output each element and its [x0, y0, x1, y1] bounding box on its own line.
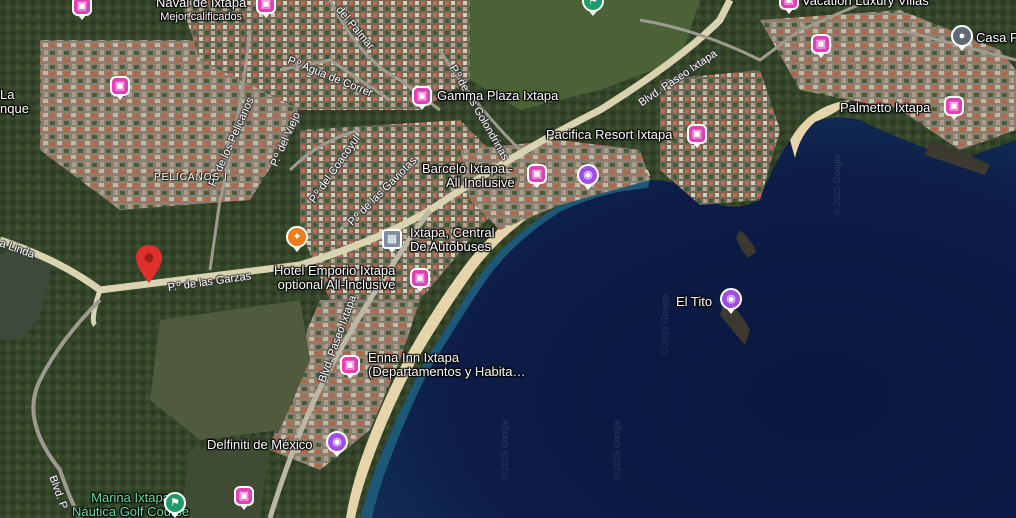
golf-icon[interactable]: ⚑ — [164, 492, 186, 518]
place-label-emporio[interactable]: Hotel Emporio Ixtapa optional All-Inclus… — [274, 264, 395, 292]
place-label-palmetto[interactable]: Palmetto Ixtapa — [840, 101, 930, 115]
map-watermark: © 2025 Google — [500, 419, 510, 480]
bed-icon[interactable]: ▣ — [234, 486, 254, 510]
camera-icon[interactable]: ◉ — [326, 431, 348, 457]
map-watermark: © 2025 Google — [612, 419, 622, 480]
area-label-line-1: La — [0, 87, 15, 102]
place-label-barcelo[interactable]: Barceló Ixtapa - All Inclusive — [422, 162, 515, 190]
camera-icon[interactable]: ◉ — [720, 288, 742, 314]
bed-icon[interactable]: ▣ — [811, 34, 831, 58]
area-label-pelicanos: PELICANOS I — [154, 172, 228, 183]
place-name-line-1: Hotel Emporio Ixtapa — [274, 263, 396, 278]
bed-icon[interactable]: ▣ — [110, 76, 130, 100]
bed-icon[interactable]: ▣ — [412, 86, 432, 110]
bed-icon[interactable]: ▣ — [944, 96, 964, 120]
bed-icon[interactable]: ▣ — [779, 0, 799, 14]
place-name-line-2: All Inclusive — [446, 175, 515, 190]
place-label-casa[interactable]: Casa F — [976, 31, 1016, 45]
bed-icon[interactable]: ▣ — [527, 164, 547, 188]
bed-icon[interactable]: ▣ — [256, 0, 276, 18]
place-label-el-tito[interactable]: El Tito — [676, 295, 712, 309]
camera-icon[interactable]: ◉ — [577, 164, 599, 190]
place-label-vacation[interactable]: Vacation Luxury Villas — [802, 0, 929, 8]
place-subtitle: Mejor calificados — [160, 11, 243, 23]
place-name: Naval de Ixtapa — [156, 0, 247, 10]
map-watermark: © 2025 Google — [832, 154, 842, 215]
bed-icon[interactable]: ▣ — [410, 268, 430, 292]
selected-location-pin[interactable] — [136, 245, 162, 283]
place-name-line-2: De Autobuses — [410, 239, 491, 254]
place-label-pacifica[interactable]: Pacifica Resort Ixtapa — [546, 128, 672, 142]
place-label-gamma[interactable]: Gamma Plaza Ixtapa — [437, 89, 558, 103]
place-label-delfiniti[interactable]: Delfiniti de México — [207, 438, 313, 452]
place-name-line-1: Barceló Ixtapa - — [422, 161, 514, 176]
bed-icon[interactable]: ▣ — [687, 124, 707, 148]
satellite-map[interactable]: © 2025 Google © 2025 Google © 2025 Googl… — [0, 0, 1016, 518]
bed-icon[interactable]: ▣ — [340, 355, 360, 379]
bed-icon: ▣ — [72, 0, 92, 20]
map-watermark: © 2025 Google — [660, 294, 670, 355]
place-label-central[interactable]: Ixtapa, Central De Autobuses — [410, 226, 495, 254]
bus-icon[interactable]: ▦ — [382, 229, 402, 253]
place-name-line-1: Ixtapa, Central — [410, 225, 495, 240]
place-name-line-2: optional All-Inclusive — [277, 277, 396, 292]
pin-icon[interactable]: ● — [951, 25, 973, 51]
place-name-line-2: (Departamentos y Habita… — [368, 364, 526, 379]
fork-knife-icon[interactable]: ✦ — [286, 226, 308, 252]
place-label-enna[interactable]: Enna Inn Ixtapa (Departamentos y Habita… — [368, 351, 526, 379]
area-label-la-laguna: La nque — [0, 88, 29, 116]
place-label-naval[interactable]: Naval de Ixtapa Mejor calificados — [156, 0, 246, 24]
place-name-line-1: Enna Inn Ixtapa — [368, 350, 460, 365]
area-label-line-2: nque — [0, 101, 29, 116]
